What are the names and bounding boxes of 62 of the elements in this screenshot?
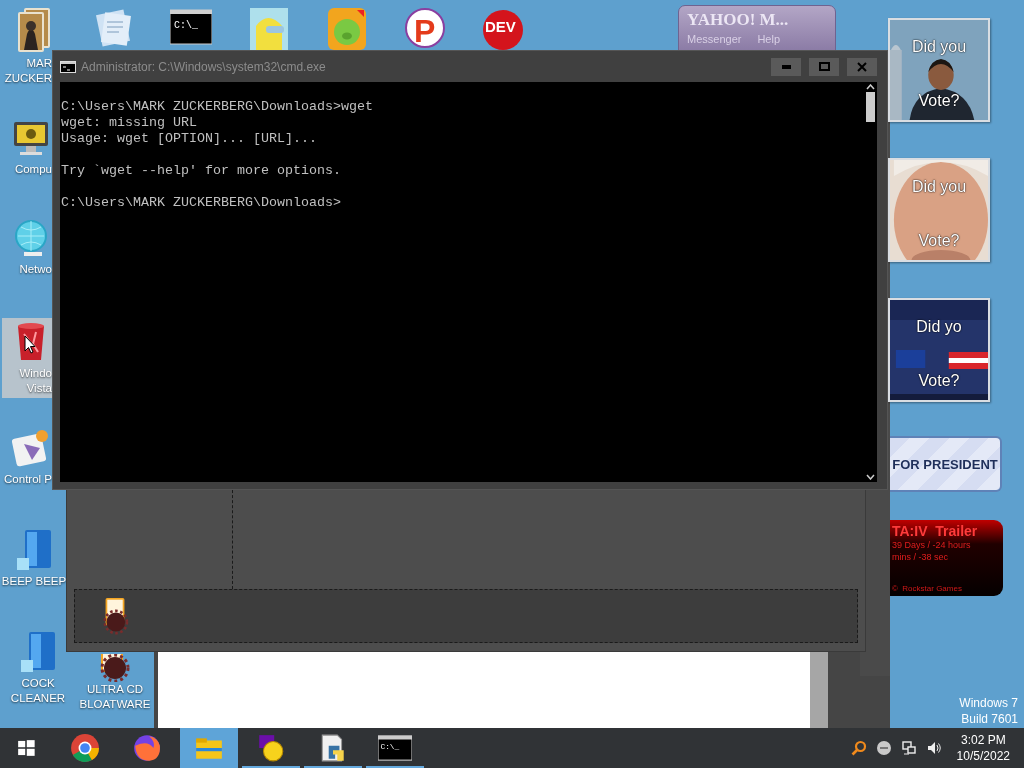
clock[interactable]: 3:02 PM 10/5/2022 [956,732,1010,764]
maximize-button[interactable] [809,57,839,76]
browser-icon [70,733,100,763]
desktop-icon[interactable]: Netwo [0,214,52,279]
close-button[interactable] [847,57,877,76]
slide-caption: Vote? [917,232,961,250]
icon-label: Netwo [19,262,52,277]
minimize-icon [781,64,791,69]
maximize-icon [818,62,830,71]
desktop-icon[interactable]: Compu [0,114,52,179]
scroll-up-icon [865,84,875,90]
network-icon[interactable] [900,740,917,756]
icon-label: BEEP BEEP [1,574,67,589]
windows-logo-icon [15,737,37,759]
messenger-status-icon[interactable] [875,740,892,756]
close-icon [857,61,867,72]
menu-item[interactable]: Help [757,33,781,45]
console-line: Usage: wget [OPTION]... [URL]... [61,131,318,147]
desktop-icon[interactable]: COCK CLEANER [2,628,74,708]
countdown-text: mins / -38 sec [892,551,950,563]
messenger-icon [256,733,286,763]
scroll-down-icon [865,474,875,480]
slide-caption: Did yo [915,318,963,336]
slide-caption: Did you [910,38,968,56]
icon-label: Control P [4,472,52,487]
console-line: Try `wget --help' for more options. [61,163,342,179]
desktop-icon[interactable]: Control P [0,424,52,489]
cursor-icon [24,335,36,354]
scroll-bar[interactable] [810,650,828,728]
icon-label: MAR ZUCKER [4,56,52,86]
scroll-thumb[interactable] [865,92,875,122]
desktop-icon[interactable]: BEEP BEEP [4,526,64,591]
icon-label: Windo Vista [19,366,52,396]
scroll-bar[interactable] [863,82,877,482]
search-icon[interactable] [850,740,867,756]
icon-label: COCK CLEANER [10,676,66,706]
window-title: YAHOO! M... [687,10,790,30]
slide-caption: Vote? [917,92,961,110]
icon-label: Compu [14,162,52,177]
console-area[interactable]: C:\Users\MARK ZUCKERBERG\Downloads>wget wget: missing URL Usage: wget [OPTION]... [URL]... Try `wget --help' for more options. C:\Users\MARK ZUCKERBERG\Downloads> [60,82,877,482]
taskbar-button[interactable]: C:\_ [366,728,424,768]
command-prompt-icon [60,60,76,73]
menu-item[interactable]: Messenger [687,33,742,45]
volume-icon[interactable] [925,740,942,756]
browser-icon [132,733,162,763]
folder-icon [248,6,290,52]
president-banner: FOR PRESIDENT [890,436,1002,492]
windows-version-text: Windows 7 Build 7601 [959,695,1018,727]
desktop-icon[interactable]: Windo Vista [2,318,52,398]
game-icon [326,6,368,52]
slide-caption: Vote? [917,372,961,390]
icon-label: ULTRA CD BLOATWARE [79,682,151,712]
countdown-text: 39 Days / -24 hours [892,539,972,551]
copyright-text: © Rockstar Games [892,584,963,593]
console-line: wget: missing URL [61,115,198,131]
countdown-title: TA:IV Trailer [892,523,979,539]
desktop-icon[interactable]: MAR ZUCKER [0,8,52,88]
minimize-button[interactable] [771,57,801,76]
console-line: C:\Users\MARK ZUCKERBERG\Downloads>wget [61,99,374,115]
slide-caption: Did you [910,178,968,196]
window-title: Administrator: C:\Windows\system32\cmd.exe [81,59,327,74]
console-line: C:\Users\MARK ZUCKERBERG\Downloads> [61,195,342,211]
